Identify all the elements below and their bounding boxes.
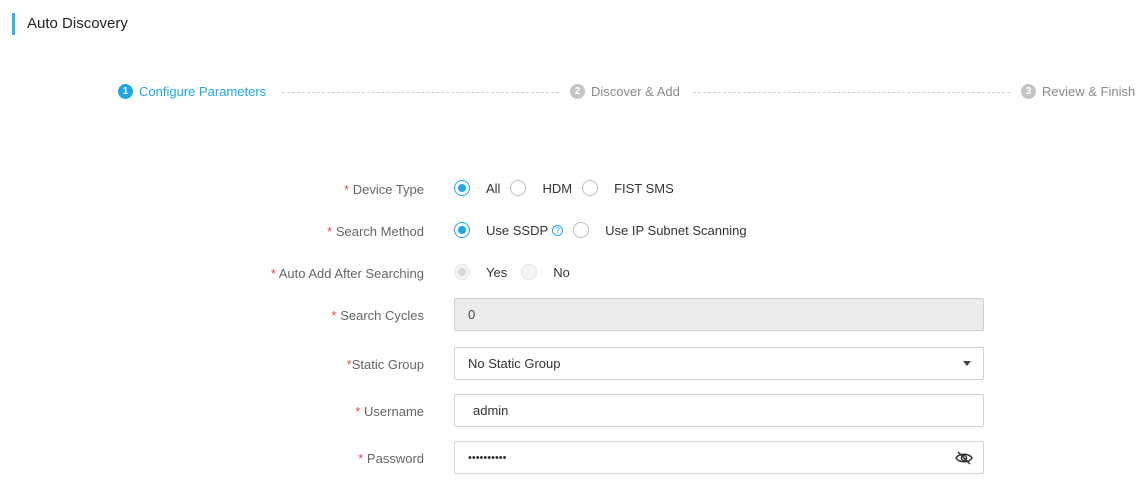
static-group-select[interactable]: No Static Group: [454, 347, 984, 380]
device-type-radio-group: All HDM FIST SMS: [454, 180, 684, 196]
auto-add-radio-group: Yes No: [454, 264, 580, 280]
step-review-finish[interactable]: 3 Review & Finish: [1021, 84, 1135, 99]
step-connector: [282, 92, 559, 93]
radio-unchecked-icon[interactable]: [573, 222, 590, 238]
step-connector: [693, 92, 1010, 93]
search-method-row: * Search Method Use SSDP ? Use IP Subnet…: [0, 222, 1148, 242]
step-number-3: 3: [1021, 84, 1036, 99]
step-label: Discover & Add: [591, 84, 680, 99]
username-input[interactable]: admin: [454, 394, 984, 427]
auto-add-yes-radio[interactable]: Yes: [454, 264, 507, 280]
search-method-ssdp-radio[interactable]: Use SSDP: [454, 222, 548, 238]
password-input[interactable]: ••••••••••: [454, 441, 984, 474]
device-type-fist-sms-radio[interactable]: FIST SMS: [582, 180, 674, 196]
wizard-steps: 1 Configure Parameters 2 Discover & Add …: [0, 80, 1148, 104]
step-number-2: 2: [570, 84, 585, 99]
password-label: * Password: [358, 451, 424, 466]
page-header: Auto Discovery: [0, 0, 1148, 48]
device-type-label: * Device Type: [344, 182, 424, 197]
radio-unchecked-icon[interactable]: [582, 180, 599, 196]
step-label: Configure Parameters: [139, 84, 267, 99]
step-discover-add[interactable]: 2 Discover & Add: [570, 84, 680, 99]
search-cycles-row: * Search Cycles 0: [0, 298, 1148, 332]
device-type-all-radio[interactable]: All: [454, 180, 500, 196]
radio-unchecked-disabled-icon[interactable]: [521, 264, 538, 280]
device-type-row: * Device Type All HDM FIST SMS: [0, 180, 1148, 200]
radio-checked-icon[interactable]: [454, 222, 470, 238]
radio-unchecked-icon[interactable]: [510, 180, 527, 196]
auto-add-no-radio[interactable]: No: [521, 264, 570, 280]
device-type-hdm-radio[interactable]: HDM: [510, 180, 572, 196]
search-method-radio-group: Use SSDP ? Use IP Subnet Scanning: [454, 222, 757, 238]
username-row: * Username admin: [0, 394, 1148, 428]
auto-add-row: * Auto Add After Searching Yes No: [0, 264, 1148, 284]
title-accent-bar: [12, 13, 15, 35]
question-circle-icon[interactable]: ?: [552, 224, 564, 236]
password-row: * Password ••••••••••: [0, 441, 1148, 475]
caret-down-icon: [963, 361, 971, 366]
step-number-1: 1: [118, 84, 133, 99]
username-label: * Username: [355, 404, 424, 419]
auto-add-label: * Auto Add After Searching: [270, 266, 424, 281]
search-method-label: * Search Method: [327, 224, 424, 239]
search-cycles-input[interactable]: 0: [454, 298, 984, 331]
page-title: Auto Discovery: [27, 15, 128, 32]
eye-slash-icon[interactable]: [955, 450, 973, 466]
step-label: Review & Finish: [1042, 84, 1136, 99]
step-configure-parameters[interactable]: 1 Configure Parameters: [118, 84, 266, 99]
radio-checked-disabled-icon[interactable]: [454, 264, 470, 280]
static-group-label: *Static Group: [346, 357, 424, 372]
search-method-ip-subnet-radio[interactable]: Use IP Subnet Scanning: [573, 222, 747, 238]
search-cycles-label: * Search Cycles: [331, 308, 424, 323]
static-group-row: *Static Group No Static Group: [0, 347, 1148, 381]
radio-checked-icon[interactable]: [454, 180, 470, 196]
